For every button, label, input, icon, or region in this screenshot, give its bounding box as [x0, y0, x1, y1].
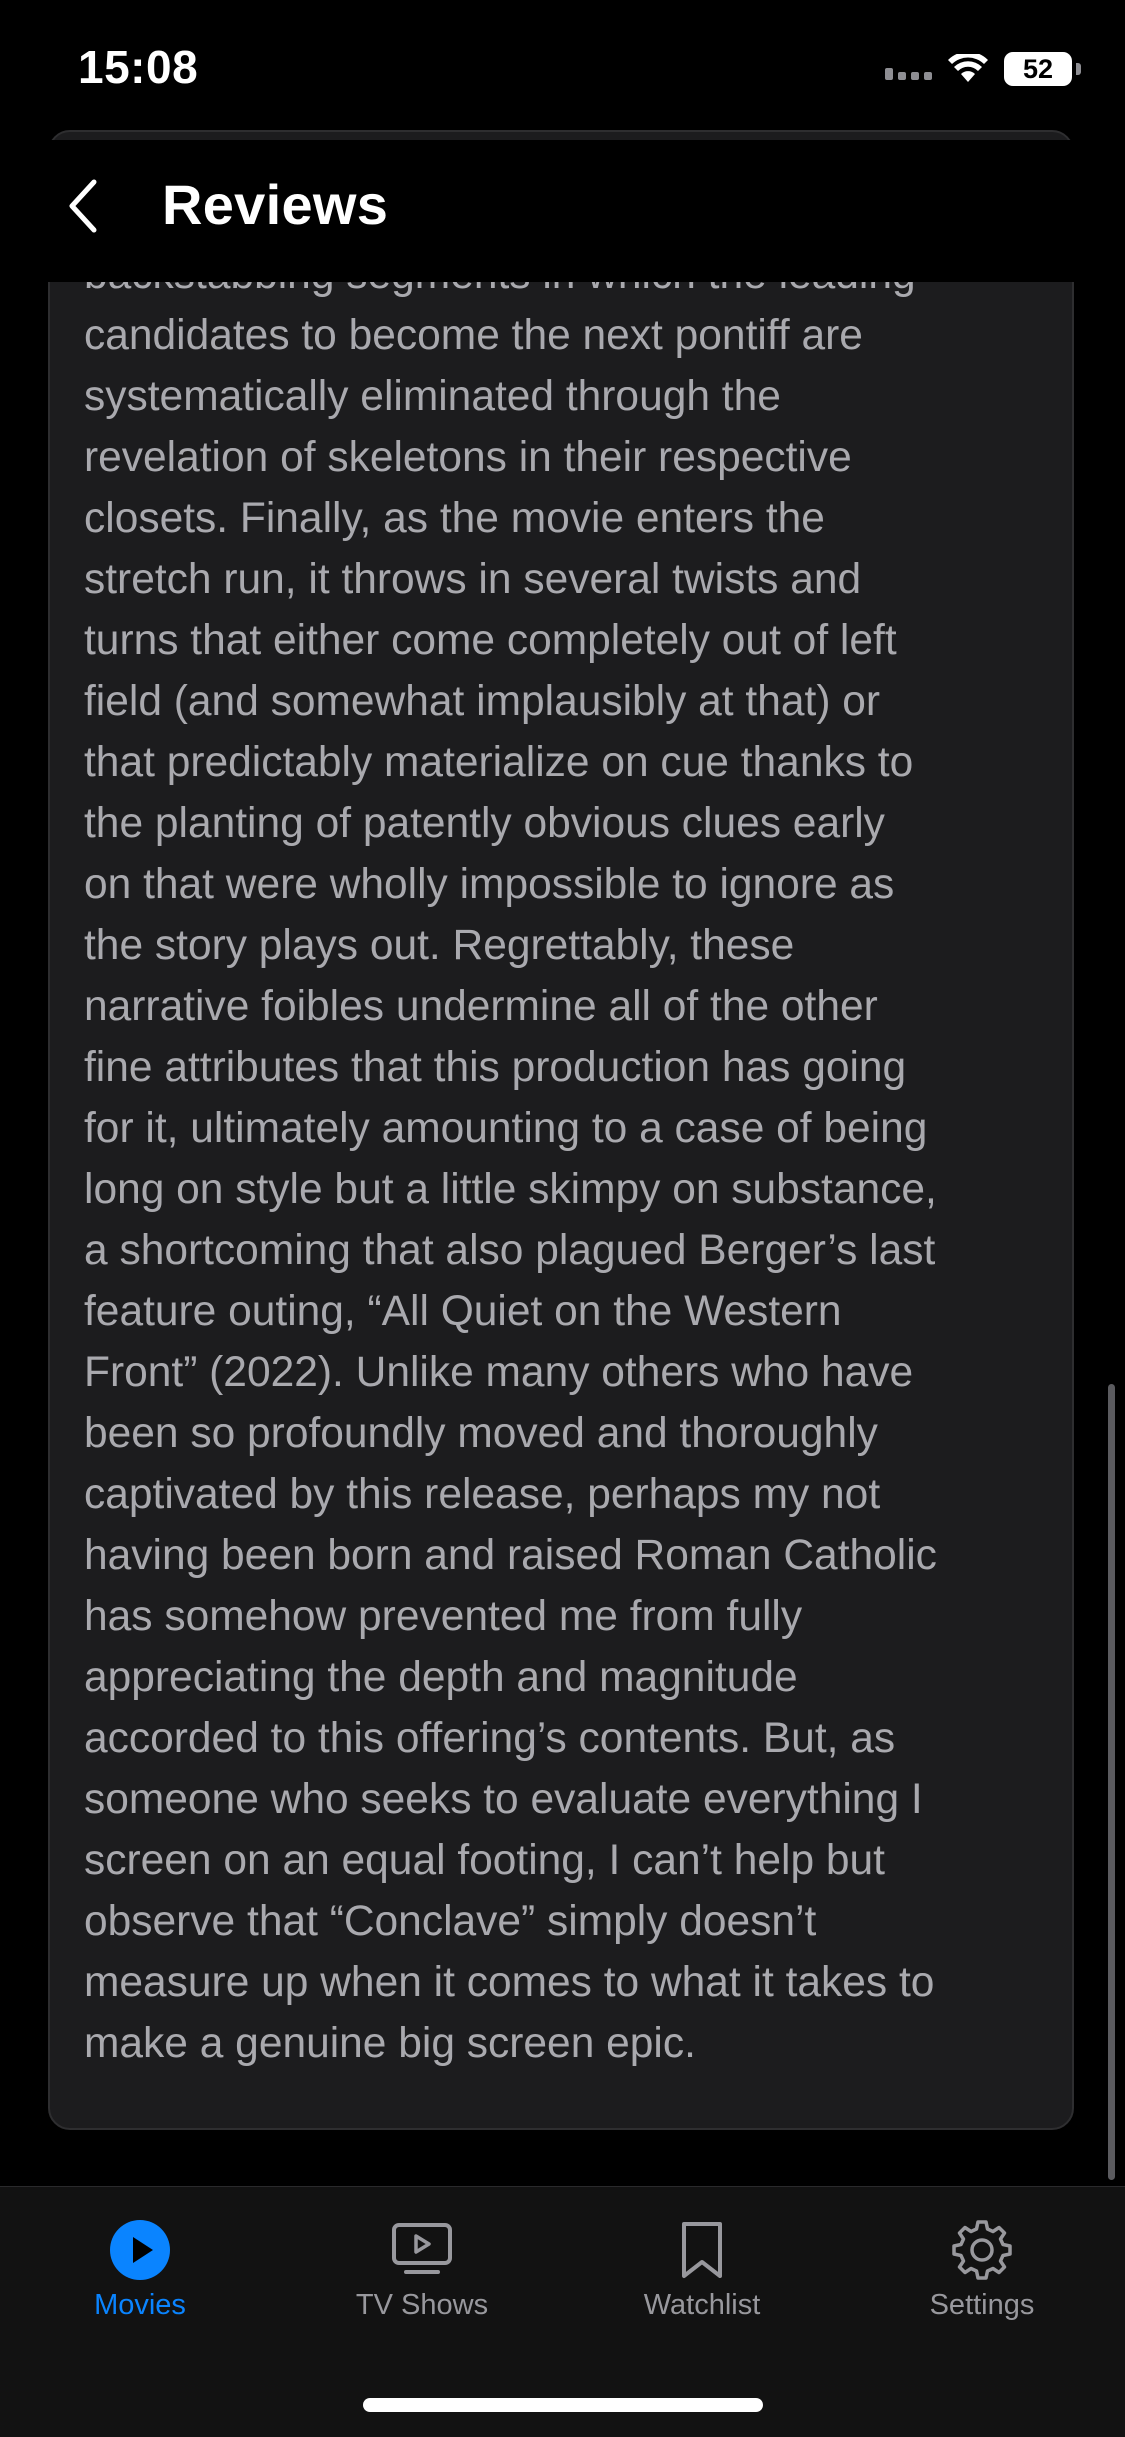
navigation-bar: Reviews	[0, 140, 1125, 282]
review-line: a shortcoming that also plagued Berger’s…	[84, 1227, 936, 1274]
home-indicator	[363, 2398, 763, 2412]
tab-label: Settings	[929, 2289, 1035, 2321]
tv-play-icon	[322, 2215, 522, 2285]
review-line: closets. Finally, as the movie enters th…	[84, 495, 825, 542]
review-line: measure up when it comes to what it take…	[84, 1959, 935, 2006]
review-line: screen on an equal footing, I can’t help…	[84, 1837, 885, 1884]
review-line: turns that either come completely out of…	[84, 617, 897, 664]
wifi-icon	[948, 54, 988, 84]
tab-watchlist[interactable]: Watchlist	[602, 2215, 802, 2322]
battery-icon: 52	[1004, 52, 1072, 86]
battery-level: 52	[1022, 53, 1054, 84]
review-line: revelation of skeletons in their respect…	[84, 434, 852, 481]
review-line: the planting of patently obvious clues e…	[84, 800, 885, 847]
battery-tip	[1076, 63, 1081, 75]
review-line: been so profoundly moved and thoroughly	[84, 1410, 878, 1457]
review-line: accorded to this offering’s contents. Bu…	[84, 1715, 896, 1762]
scroll-indicator[interactable]	[1108, 1384, 1115, 2180]
play-circle-icon	[40, 2215, 240, 2285]
review-line: someone who seeks to evaluate everything…	[84, 1776, 923, 1823]
review-line: fine attributes that this production has…	[84, 1044, 907, 1091]
bookmark-icon	[602, 2215, 802, 2285]
review-line: having been born and raised Roman Cathol…	[84, 1532, 937, 1579]
review-line: feature outing, “All Quiet on the Wester…	[84, 1288, 842, 1335]
review-line: systematically eliminated through the	[84, 373, 781, 420]
back-button[interactable]	[44, 166, 124, 246]
review-line: the story plays out. Regrettably, these	[84, 922, 795, 969]
review-line: make a genuine big screen epic.	[84, 2020, 696, 2067]
review-line: observe that “Conclave” simply doesn’t	[84, 1898, 817, 1945]
tab-settings[interactable]: Settings	[882, 2215, 1082, 2322]
review-line: long on style but a little skimpy on sub…	[84, 1166, 937, 1213]
review-text: backstabbing segments in which the leadi…	[84, 244, 1044, 2074]
tab-label: Watchlist	[643, 2289, 761, 2321]
review-line: captivated by this release, perhaps my n…	[84, 1471, 881, 1518]
review-line: for it, ultimately amounting to a case o…	[84, 1105, 928, 1152]
review-line: on that were wholly impossible to ignore…	[84, 861, 895, 908]
review-line: narrative foibles undermine all of the o…	[84, 983, 878, 1030]
review-line: field (and somewhat implausibly at that)…	[84, 678, 881, 725]
tab-label: Movies	[94, 2289, 186, 2321]
review-line: stretch run, it throws in several twists…	[84, 556, 862, 603]
review-line: that predictably materialize on cue than…	[84, 739, 914, 786]
cellular-signal-icon	[885, 58, 932, 80]
status-bar: 15:08 52	[0, 0, 1125, 140]
status-time: 15:08	[78, 41, 199, 93]
tab-movies[interactable]: Movies	[40, 2215, 240, 2322]
review-line: appreciating the depth and magnitude	[84, 1654, 798, 1701]
chevron-left-icon	[69, 179, 97, 233]
review-line: has somehow prevented me from fully	[84, 1593, 803, 1640]
review-line: candidates to become the next pontiff ar…	[84, 312, 863, 359]
gear-icon	[882, 2215, 1082, 2285]
tab-tv-shows[interactable]: TV Shows	[322, 2215, 522, 2322]
page-title: Reviews	[162, 173, 389, 236]
status-icons: 52	[885, 52, 1081, 86]
review-line: Front” (2022). Unlike many others who ha…	[84, 1349, 914, 1396]
tab-label: TV Shows	[355, 2289, 489, 2321]
